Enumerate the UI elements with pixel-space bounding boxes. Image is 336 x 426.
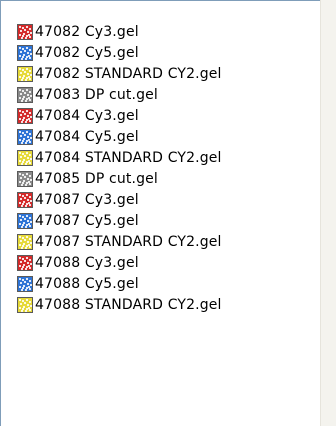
file-list-item[interactable]: 47088 STANDARD CY2.gel <box>17 294 320 315</box>
file-name-label: 47087 Cy3.gel <box>35 191 139 208</box>
file-list-item[interactable]: 47082 STANDARD CY2.gel <box>17 63 320 84</box>
blue-gel-file-icon <box>17 44 33 61</box>
vertical-scrollbar[interactable] <box>320 0 336 426</box>
file-name-label: 47085 DP cut.gel <box>35 170 158 187</box>
file-name-label: 47082 Cy5.gel <box>35 44 139 61</box>
file-list-item[interactable]: 47087 Cy5.gel <box>17 210 320 231</box>
window-top-border <box>0 0 320 1</box>
file-name-label: 47084 Cy5.gel <box>35 128 139 145</box>
red-gel-file-icon <box>17 23 33 40</box>
file-name-label: 47088 STANDARD CY2.gel <box>35 296 222 313</box>
file-list-item[interactable]: 47083 DP cut.gel <box>17 84 320 105</box>
file-name-label: 47082 STANDARD CY2.gel <box>35 65 222 82</box>
gray-gel-file-icon <box>17 170 33 187</box>
file-list-item[interactable]: 47085 DP cut.gel <box>17 168 320 189</box>
file-list-item[interactable]: 47082 Cy3.gel <box>17 21 320 42</box>
file-list-item[interactable]: 47084 Cy5.gel <box>17 126 320 147</box>
file-list-item[interactable]: 47084 Cy3.gel <box>17 105 320 126</box>
file-name-label: 47088 Cy5.gel <box>35 275 139 292</box>
file-list-item[interactable]: 47084 STANDARD CY2.gel <box>17 147 320 168</box>
yellow-gel-file-icon <box>17 149 33 166</box>
blue-gel-file-icon <box>17 212 33 229</box>
file-name-label: 47087 STANDARD CY2.gel <box>35 233 222 250</box>
file-list-item[interactable]: 47088 Cy5.gel <box>17 273 320 294</box>
file-list-item[interactable]: 47087 Cy3.gel <box>17 189 320 210</box>
file-list-window: 47082 Cy3.gel 47082 Cy5.gel 47082 STANDARD… <box>0 0 336 426</box>
file-name-label: 47087 Cy5.gel <box>35 212 139 229</box>
gray-gel-file-icon <box>17 86 33 103</box>
file-list: 47082 Cy3.gel 47082 Cy5.gel 47082 STANDARD… <box>17 21 320 315</box>
file-name-label: 47088 Cy3.gel <box>35 254 139 271</box>
window-left-border <box>0 0 1 426</box>
yellow-gel-file-icon <box>17 296 33 313</box>
file-name-label: 47083 DP cut.gel <box>35 86 158 103</box>
blue-gel-file-icon <box>17 275 33 292</box>
file-name-label: 47082 Cy3.gel <box>35 23 139 40</box>
file-list-item[interactable]: 47087 STANDARD CY2.gel <box>17 231 320 252</box>
yellow-gel-file-icon <box>17 65 33 82</box>
red-gel-file-icon <box>17 107 33 124</box>
red-gel-file-icon <box>17 254 33 271</box>
file-list-item[interactable]: 47088 Cy3.gel <box>17 252 320 273</box>
file-list-item[interactable]: 47082 Cy5.gel <box>17 42 320 63</box>
yellow-gel-file-icon <box>17 233 33 250</box>
blue-gel-file-icon <box>17 128 33 145</box>
file-name-label: 47084 STANDARD CY2.gel <box>35 149 222 166</box>
red-gel-file-icon <box>17 191 33 208</box>
file-name-label: 47084 Cy3.gel <box>35 107 139 124</box>
